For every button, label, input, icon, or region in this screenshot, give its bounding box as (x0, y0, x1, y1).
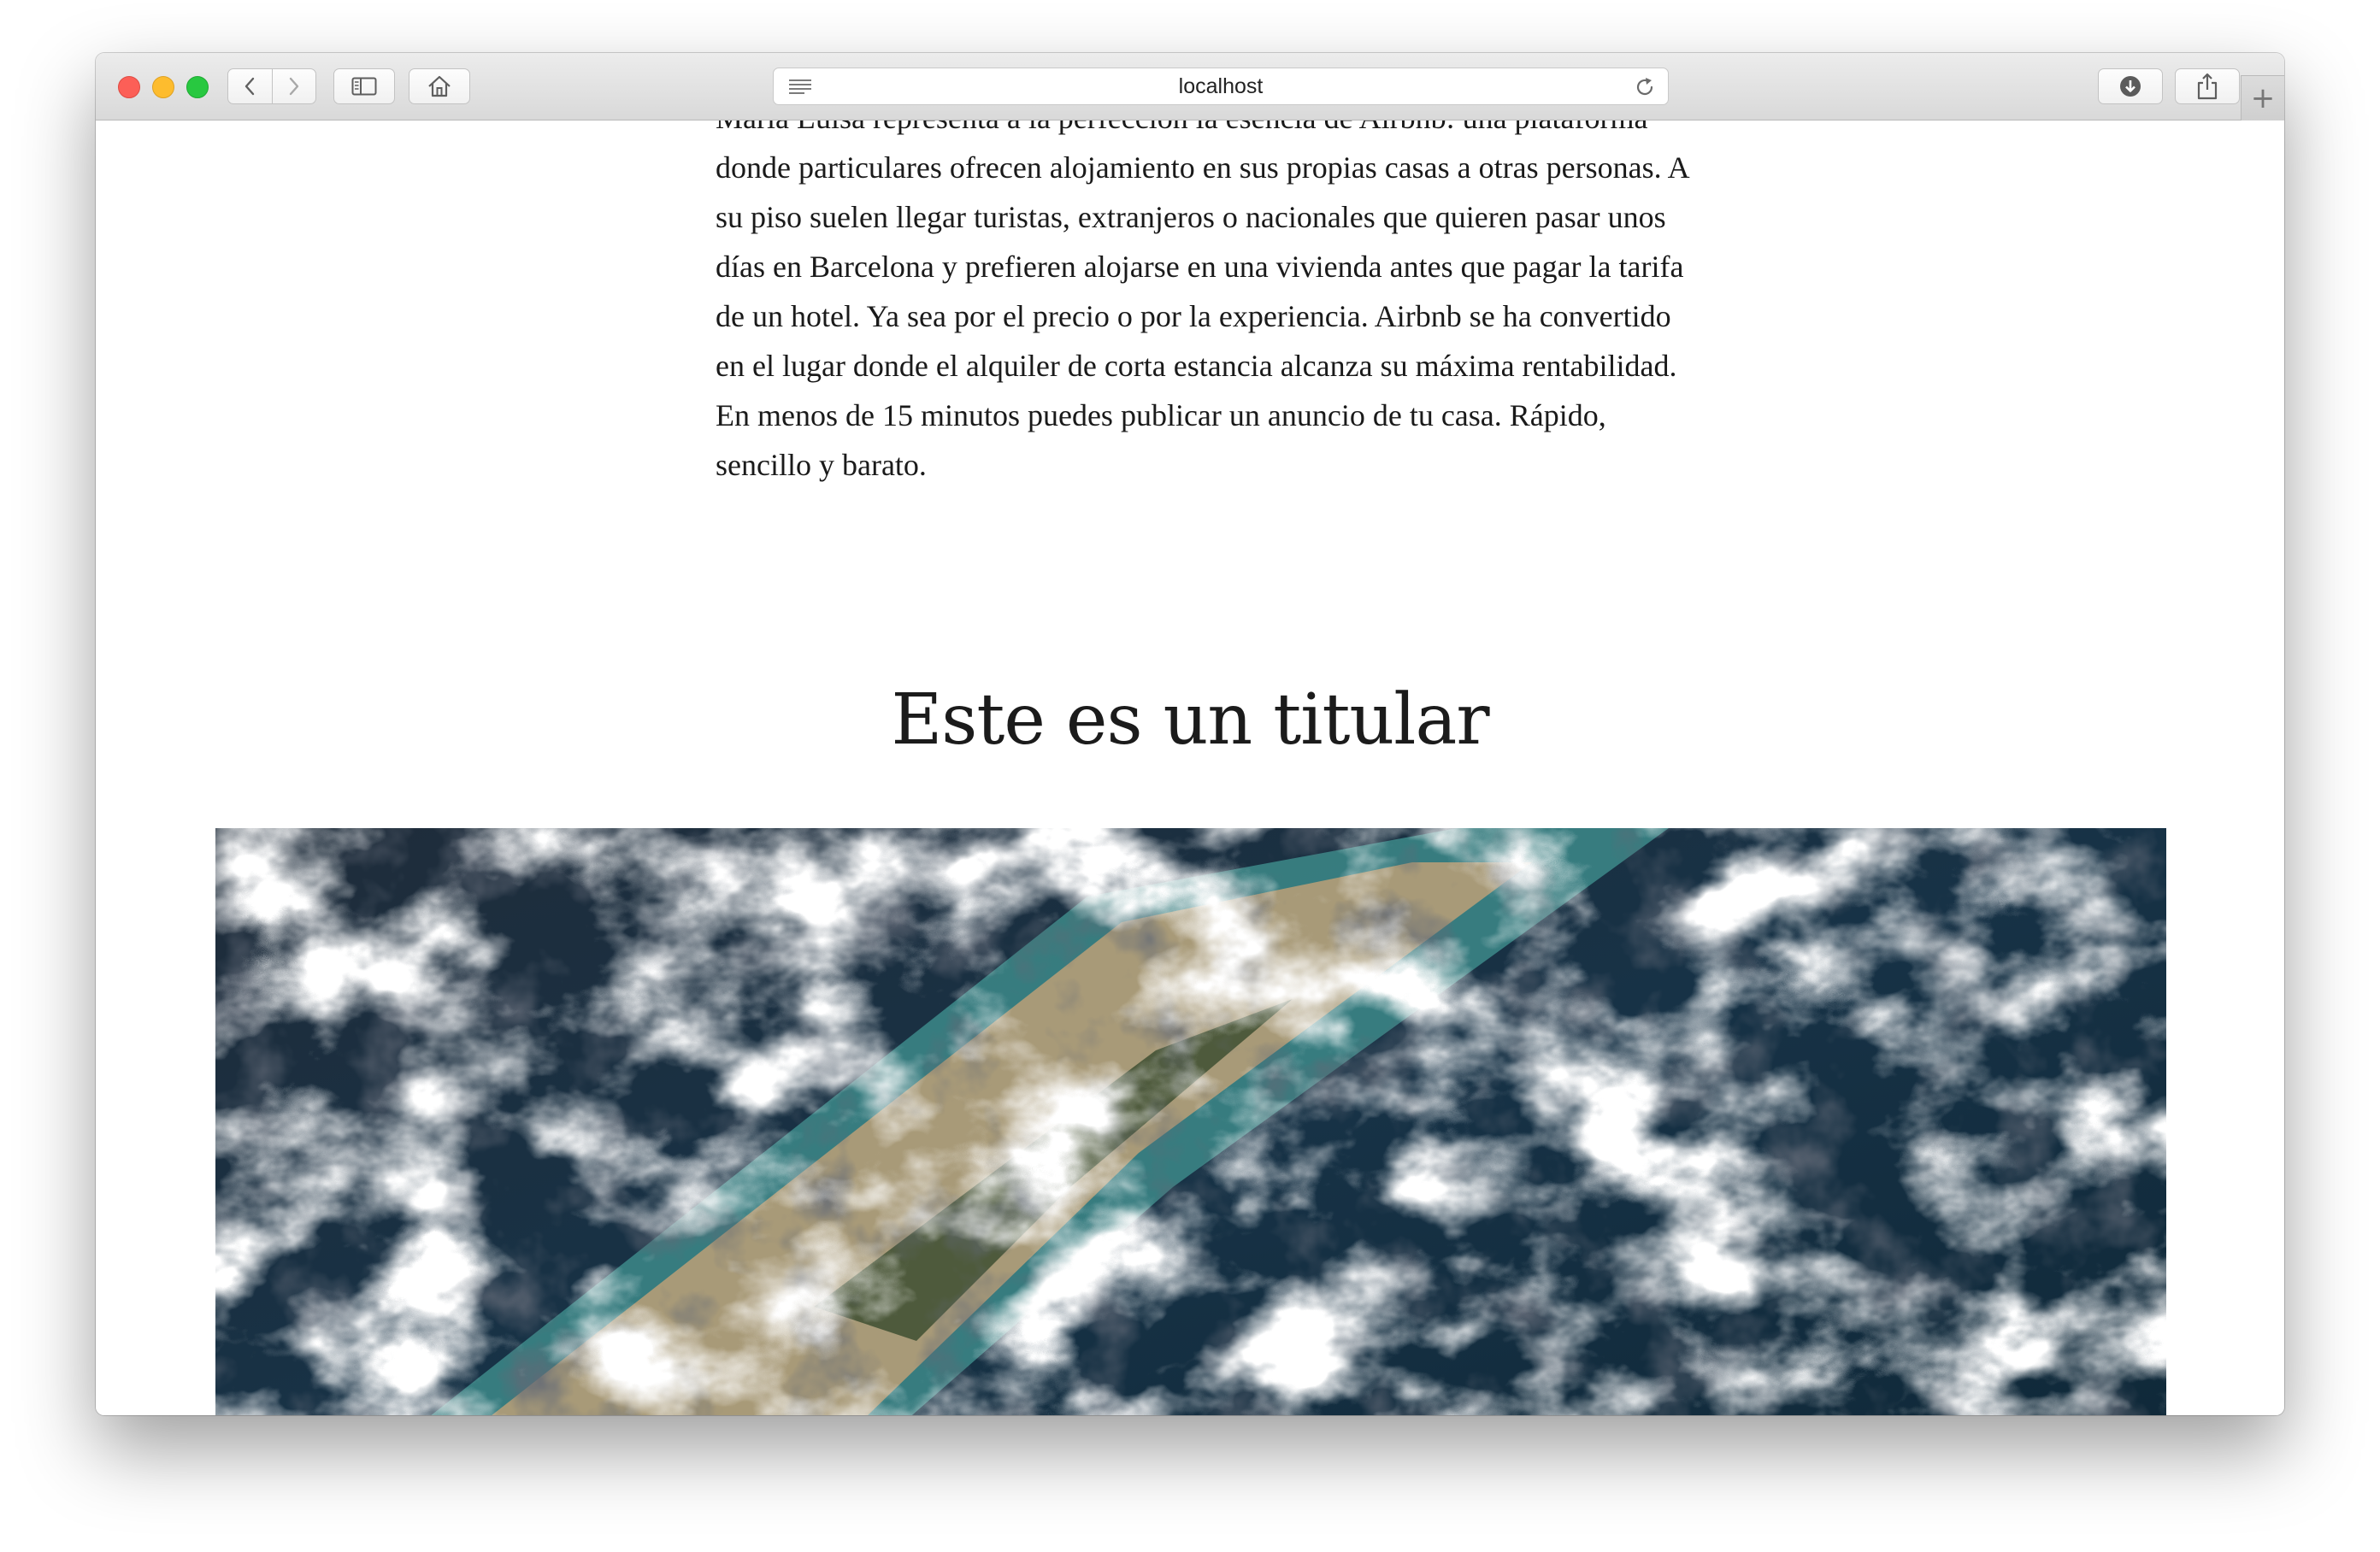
minimize-window-button[interactable] (152, 76, 174, 98)
address-url[interactable]: localhost (774, 68, 1668, 104)
sidebar-button[interactable] (333, 68, 395, 104)
browser-window: localhost + donde particulares ofrecen a… (96, 53, 2284, 1415)
home-icon (428, 75, 451, 97)
share-icon (2197, 73, 2218, 100)
address-bar[interactable]: localhost (773, 68, 1669, 105)
maximize-window-button[interactable] (186, 76, 209, 98)
chevron-left-icon (245, 77, 255, 96)
article-paragraph: María Luisa representa a la perfección l… (716, 121, 1688, 482)
home-button[interactable] (409, 68, 470, 104)
plus-icon: + (2250, 81, 2276, 115)
screenshot-stage: localhost + donde particulares ofrecen a… (0, 0, 2380, 1552)
chevron-right-icon (289, 77, 298, 96)
article-image (215, 828, 2166, 1415)
navigation-buttons (227, 68, 316, 104)
forward-button[interactable] (271, 69, 316, 103)
close-window-button[interactable] (118, 76, 140, 98)
article-headline: Este es un titular (891, 679, 1489, 761)
downloads-button[interactable] (2098, 68, 2163, 104)
satellite-image (215, 828, 2166, 1415)
back-button[interactable] (228, 69, 272, 103)
page-content: María Luisa representa a la perfección l… (96, 121, 2284, 1415)
browser-toolbar: localhost + (96, 53, 2284, 121)
reload-icon[interactable] (1634, 76, 1656, 98)
share-button[interactable] (2175, 68, 2240, 104)
download-icon (2120, 76, 2141, 97)
new-tab-button[interactable]: + (2241, 75, 2284, 121)
sidebar-icon (351, 77, 377, 96)
